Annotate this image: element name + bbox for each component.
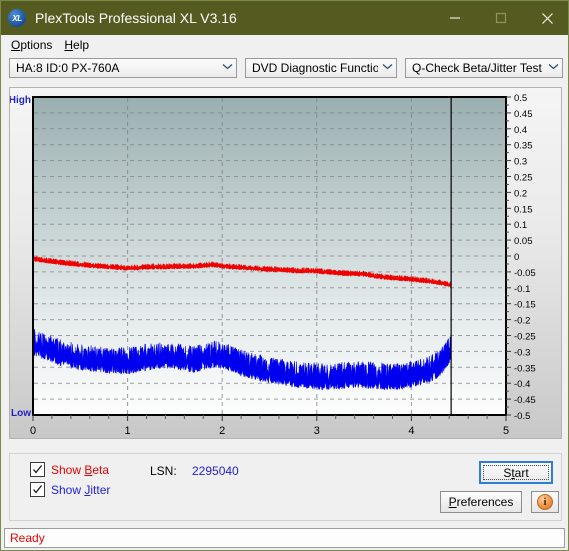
- show-jitter-checkbox-row[interactable]: Show Jitter: [30, 482, 110, 497]
- svg-text:3: 3: [314, 425, 320, 437]
- preferences-button-label: Preferences: [448, 495, 514, 509]
- svg-text:0.35: 0.35: [514, 141, 533, 152]
- status-text: Ready: [10, 531, 45, 545]
- maximize-icon[interactable]: [478, 1, 524, 35]
- beta-jitter-chart: 0.5 0.45 0.4 0.35 0.3 0.25 0.2 0.15 0.1 0.05 0 -0.0…: [10, 93, 536, 437]
- svg-text:0.1: 0.1: [514, 220, 527, 231]
- svg-text:1: 1: [125, 425, 131, 437]
- toolbar: HA:8 ID:0 PX-760A DVD Diagnostic Functio…: [1, 54, 568, 82]
- function-select-value: DVD Diagnostic Functions: [252, 61, 378, 75]
- menu-bar: Options Help: [1, 35, 568, 54]
- svg-text:-0.5: -0.5: [514, 411, 530, 422]
- svg-text:4: 4: [408, 425, 414, 437]
- start-button[interactable]: Start: [479, 461, 553, 484]
- info-button[interactable]: i: [531, 491, 559, 513]
- window-title: PlexTools Professional XL V3.16: [35, 10, 237, 26]
- svg-text:0: 0: [514, 252, 519, 263]
- svg-text:0.25: 0.25: [514, 173, 533, 184]
- xl-app-icon: XL: [8, 9, 26, 27]
- lsn-label: LSN:: [150, 464, 177, 478]
- svg-text:0.2: 0.2: [514, 188, 527, 199]
- svg-text:-0.3: -0.3: [514, 347, 530, 358]
- menu-item-help[interactable]: Help: [60, 36, 97, 54]
- plextools-window: XL PlexTools Professional XL V3.16 Optio…: [0, 0, 569, 551]
- svg-text:0.4: 0.4: [514, 125, 527, 136]
- show-jitter-label: Show Jitter: [51, 482, 111, 497]
- test-select[interactable]: Q-Check Beta/Jitter Test: [405, 58, 563, 78]
- window-controls: [432, 1, 568, 35]
- chevron-down-icon: [544, 63, 562, 73]
- info-icon: i: [537, 494, 553, 510]
- beta-jitter-chart-panel: 0.5 0.45 0.4 0.35 0.3 0.25 0.2 0.15 0.1 0.05 0 -0.0…: [9, 87, 562, 439]
- svg-text:2: 2: [219, 425, 225, 437]
- show-beta-checkbox[interactable]: [30, 462, 45, 477]
- minimize-icon[interactable]: [432, 1, 478, 35]
- show-jitter-checkbox[interactable]: [30, 482, 45, 497]
- close-icon[interactable]: [524, 1, 568, 35]
- chevron-down-icon: [218, 63, 236, 73]
- svg-text:-0.25: -0.25: [514, 332, 536, 343]
- menu-item-options[interactable]: Options: [7, 36, 60, 54]
- lsn-value: 2295040: [192, 464, 239, 478]
- start-button-label: Start: [503, 465, 529, 480]
- svg-text:-0.4: -0.4: [514, 379, 530, 390]
- drive-select[interactable]: HA:8 ID:0 PX-760A: [9, 58, 237, 78]
- show-beta-label: Show Beta: [51, 462, 110, 477]
- svg-text:Low: Low: [11, 408, 31, 419]
- svg-text:-0.15: -0.15: [514, 300, 536, 311]
- test-select-value: Q-Check Beta/Jitter Test: [412, 61, 542, 75]
- svg-text:-0.1: -0.1: [514, 284, 530, 295]
- svg-text:-0.45: -0.45: [514, 395, 536, 406]
- show-beta-checkbox-row[interactable]: Show Beta: [30, 462, 109, 477]
- status-bar: Ready: [4, 528, 565, 548]
- chevron-down-icon: [378, 63, 396, 73]
- preferences-button[interactable]: Preferences: [440, 491, 522, 513]
- svg-text:-0.35: -0.35: [514, 363, 536, 374]
- drive-select-value: HA:8 ID:0 PX-760A: [16, 61, 120, 75]
- function-select[interactable]: DVD Diagnostic Functions: [245, 58, 397, 78]
- svg-text:0.05: 0.05: [514, 236, 533, 247]
- svg-text:5: 5: [503, 425, 509, 437]
- title-bar: XL PlexTools Professional XL V3.16: [1, 1, 568, 35]
- chart-controls-panel: Show Beta Show Jitter LSN: 2295040 Start…: [9, 453, 562, 521]
- svg-text:-0.2: -0.2: [514, 316, 530, 327]
- svg-text:0.45: 0.45: [514, 109, 533, 120]
- svg-text:-0.05: -0.05: [514, 268, 536, 279]
- svg-text:High: High: [10, 95, 31, 106]
- svg-text:0.3: 0.3: [514, 157, 527, 168]
- menu-item-help-label: elp: [73, 37, 90, 52]
- menu-item-options-label: ptions: [20, 37, 53, 52]
- svg-text:0.5: 0.5: [514, 93, 527, 104]
- svg-text:0.15: 0.15: [514, 204, 533, 215]
- svg-text:0: 0: [30, 425, 36, 437]
